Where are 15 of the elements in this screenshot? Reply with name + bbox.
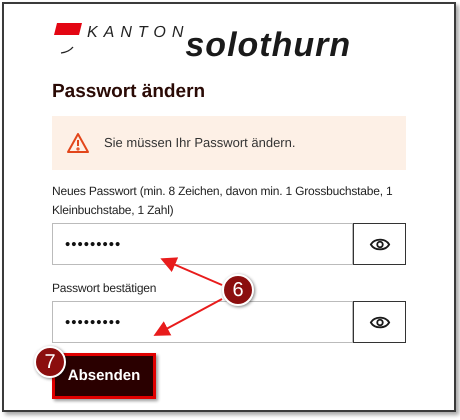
field-label: Neues Passwort (min. 8 Zeichen, davon min. 1 Grossbuchstabe, 1 Kleinbuchstabe, 1 Zahl) — [52, 183, 394, 219]
eye-icon — [368, 236, 391, 252]
password-field[interactable]: ••••••••• — [52, 223, 354, 265]
annotation-badge: 6 — [222, 274, 254, 306]
annotation-arrow — [153, 298, 222, 336]
eye-icon — [368, 314, 391, 330]
annotation-badge: 7 — [34, 346, 66, 378]
field-label: Passwort bestätigen — [52, 280, 156, 297]
annotation-arrow — [160, 257, 222, 286]
warning-icon — [66, 132, 90, 154]
password-field[interactable]: ••••••••• — [52, 301, 354, 343]
show-password-button[interactable] — [353, 301, 406, 343]
page-title: Passwort ändern — [52, 80, 206, 104]
show-password-button[interactable] — [353, 223, 406, 265]
warning-text: Sie müssen Ihr Passwort ändern. — [104, 134, 296, 152]
